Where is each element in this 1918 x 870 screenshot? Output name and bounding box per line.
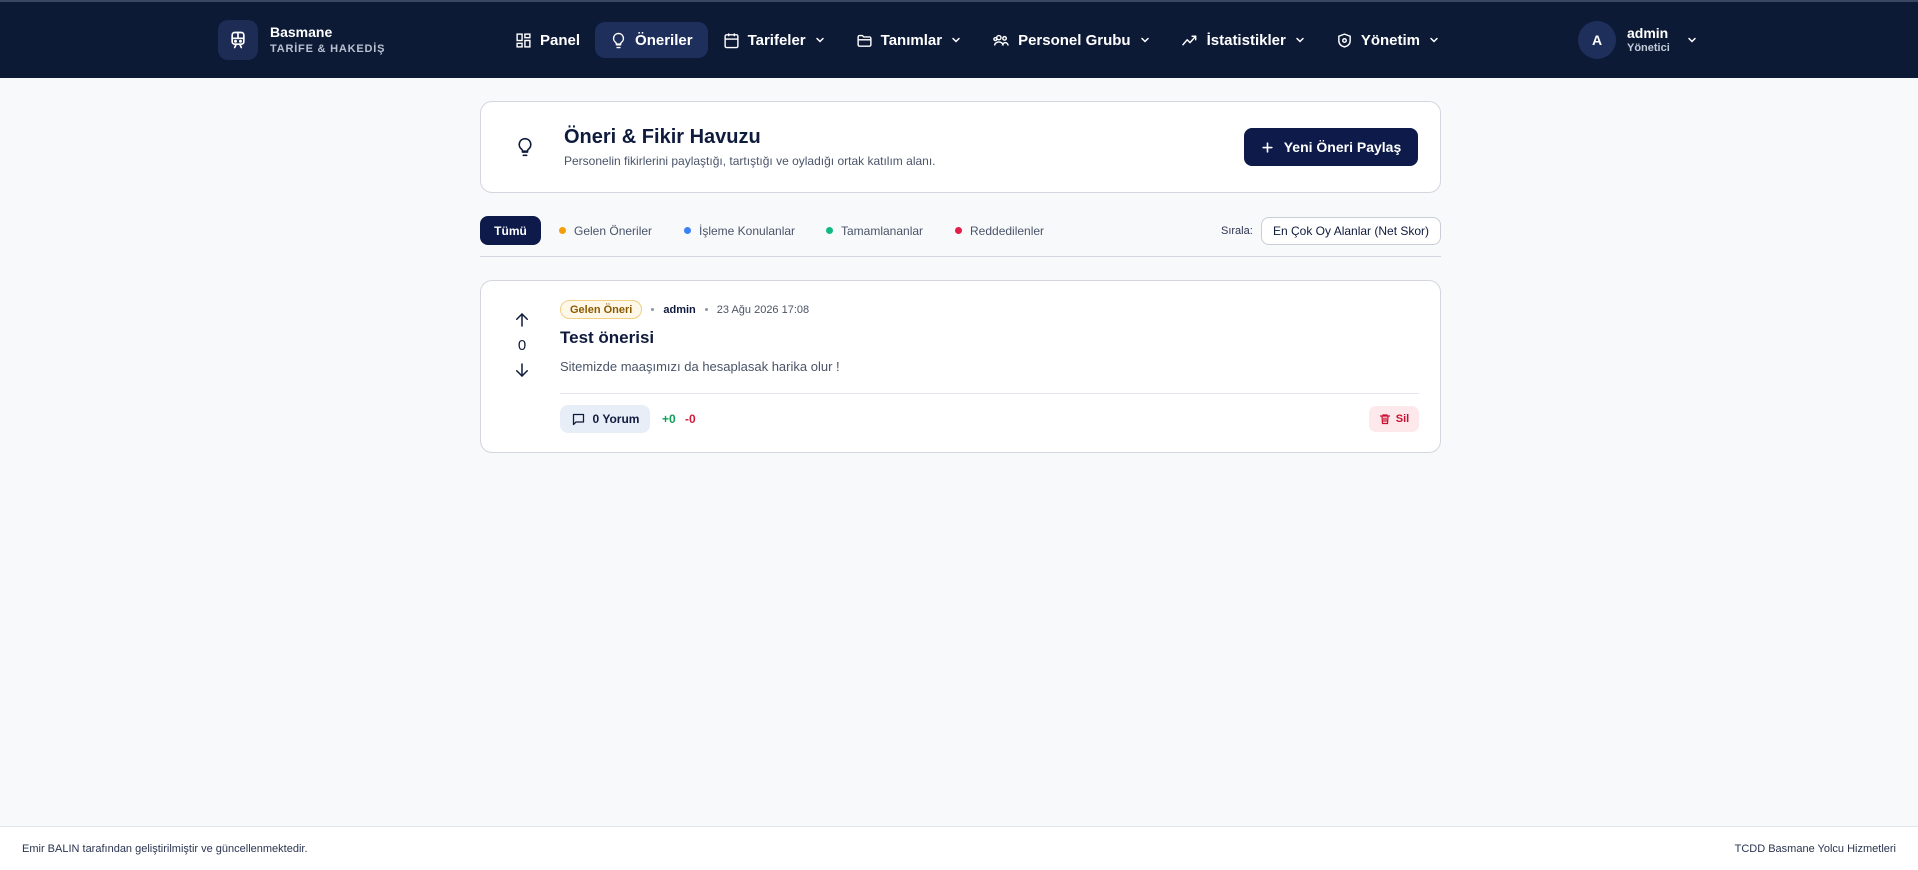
chevron-down-icon [952, 37, 960, 43]
sort-label: Sırala: [1221, 225, 1253, 237]
tab-reddedilenler[interactable]: Reddedilenler [955, 216, 1044, 245]
suggestion-card: 0 Gelen Öneri admin 23 Ağu 2026 17:08 Te… [480, 280, 1441, 453]
downvote-count: -0 [685, 412, 696, 426]
filter-bar: Tümü Gelen Öneriler İşleme Konulanlar Ta… [480, 216, 1441, 257]
vote-panel: 0 [511, 311, 533, 379]
suggestion-meta: Gelen Öneri admin 23 Ağu 2026 17:08 [560, 300, 809, 319]
nav-item-tanimlar[interactable]: Tanımlar [841, 22, 977, 58]
main-nav: Panel Öneriler Tarifeler Tanımlar Person… [500, 22, 1455, 58]
user-name: admin [1627, 25, 1669, 41]
lightbulb-icon [518, 137, 532, 157]
user-role: Yönetici [1627, 42, 1670, 54]
nav-item-label: Tanımlar [880, 31, 943, 49]
status-dot [684, 227, 691, 234]
brand[interactable]: Basmane TARİFE & HAKEDİŞ [218, 20, 385, 60]
folder-icon [857, 34, 872, 47]
footer-organization: TCDD Basmane Yolcu Hizmetleri [1734, 843, 1896, 855]
vote-count: 0 [517, 337, 527, 354]
train-icon [218, 20, 258, 60]
nav-item-oneriler[interactable]: Öneriler [595, 22, 708, 58]
comments-label: 0 Yorum [592, 412, 640, 426]
upvote-count: +0 [662, 412, 676, 426]
new-suggestion-label: Yeni Öneri Paylaş [1283, 139, 1402, 155]
page-description: Personelin fikirlerini paylaştığı, tartı… [564, 154, 936, 168]
brand-subtitle: TARİFE & HAKEDİŞ [270, 43, 386, 55]
trend-icon [1181, 35, 1196, 45]
user-menu[interactable]: A admin Yönetici [1578, 21, 1698, 59]
tab-tamamlananlar[interactable]: Tamamlananlar [826, 216, 923, 245]
nav-item-label: Panel [540, 31, 581, 49]
nav-item-label: Yönetim [1360, 31, 1420, 49]
nav-item-istatistikler[interactable]: İstatistikler [1166, 22, 1321, 58]
tab-label: İşleme Konulanlar [699, 223, 796, 238]
comment-icon [572, 413, 584, 425]
nav-item-panel[interactable]: Panel [500, 22, 595, 58]
page-title: Öneri & Fikir Havuzu [564, 126, 761, 148]
footer: Emir BALIN tarafından geliştirilmiştir v… [0, 826, 1918, 870]
status-dot [559, 227, 566, 234]
status-dot [955, 227, 962, 234]
brand-name: Basmane [270, 24, 333, 40]
separator-dot [704, 308, 708, 311]
footer-credit: Emir BALIN tarafından geliştirilmiştir v… [22, 843, 308, 855]
suggestion-body: Sitemizde maaşımızı da hesaplasak harika… [560, 359, 840, 374]
delete-label: Sil [1395, 413, 1410, 425]
tab-gelen-oneriler[interactable]: Gelen Öneriler [559, 216, 652, 245]
nav-item-label: İstatistikler [1206, 31, 1286, 49]
nav-item-label: Öneriler [635, 31, 693, 49]
tab-all[interactable]: Tümü [480, 216, 541, 245]
chevron-down-icon [815, 37, 824, 43]
post-date: 23 Ağu 2026 17:08 [716, 303, 810, 316]
avatar: A [1578, 21, 1616, 59]
new-suggestion-button[interactable]: Yeni Öneri Paylaş [1244, 128, 1418, 166]
status-badge: Gelen Öneri [560, 300, 643, 319]
author-name: admin [663, 303, 696, 316]
lightbulb-icon [612, 32, 625, 48]
arrow-down-icon[interactable] [513, 361, 531, 379]
trash-icon [1379, 414, 1390, 425]
tab-label: Gelen Öneriler [574, 223, 653, 238]
dashboard-icon [516, 32, 531, 48]
delete-button[interactable]: Sil [1369, 406, 1419, 432]
chevron-down-icon [1430, 37, 1438, 43]
divider [560, 393, 1419, 394]
status-dot [826, 227, 833, 234]
arrow-up-icon[interactable] [513, 311, 531, 329]
page-header-card: Öneri & Fikir Havuzu Personelin fikirler… [480, 101, 1441, 193]
nav-item-personel-grubu[interactable]: Personel Grubu [977, 22, 1166, 58]
chevron-down-icon [1296, 37, 1304, 43]
settings-icon [1337, 32, 1351, 48]
tab-isleme-konulanlar[interactable]: İşleme Konulanlar [684, 216, 795, 245]
users-icon [993, 34, 1009, 46]
tab-label: Reddedilenler [970, 223, 1045, 238]
nav-item-tarifeler[interactable]: Tarifeler [708, 22, 841, 58]
nav-item-label: Personel Grubu [1018, 31, 1131, 49]
tab-label: Tamamlananlar [841, 223, 924, 238]
plus-icon [1262, 141, 1273, 153]
comments-button[interactable]: 0 Yorum [560, 405, 650, 433]
sort-select[interactable]: En Çok Oy Alanlar (Net Skor) [1261, 217, 1441, 245]
chevron-down-icon [1688, 37, 1696, 43]
top-navbar: Basmane TARİFE & HAKEDİŞ Panel Öneriler … [0, 0, 1918, 78]
chevron-down-icon [1140, 37, 1149, 43]
separator-dot [651, 308, 655, 311]
nav-item-label: Tarifeler [747, 31, 806, 49]
nav-item-yonetim[interactable]: Yönetim [1321, 22, 1455, 58]
calendar-icon [723, 32, 739, 48]
suggestion-title: Test önerisi [560, 328, 655, 347]
